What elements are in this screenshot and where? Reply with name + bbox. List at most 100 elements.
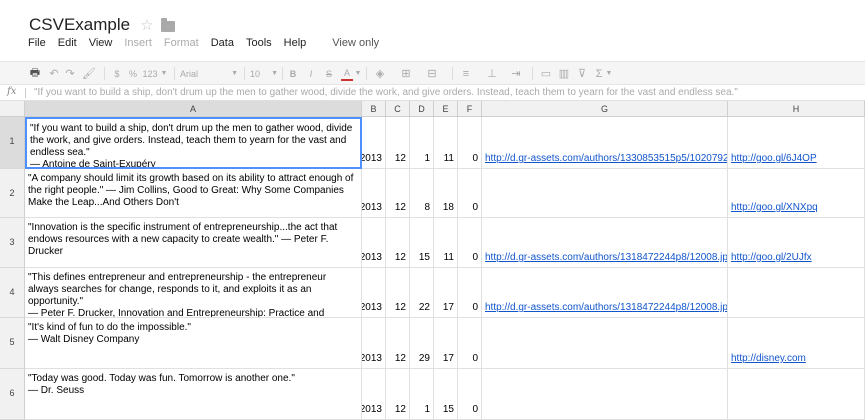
cell-f[interactable]: 0	[458, 218, 482, 268]
row-header[interactable]: 2	[0, 169, 25, 218]
menu-tools[interactable]: Tools	[240, 37, 278, 51]
horizontal-align-icon[interactable]: ≡	[460, 66, 472, 81]
menu-data[interactable]: Data	[205, 37, 240, 51]
cell-a[interactable]: "A company should limit its growth based…	[25, 169, 362, 218]
menu-file[interactable]: File	[22, 37, 52, 51]
cell-g[interactable]: http://d.gr-assets.com/authors/131847224…	[482, 218, 728, 268]
cell-a[interactable]: "It's kind of fun to do the impossible."…	[25, 318, 362, 369]
cell-b[interactable]: 2013	[362, 318, 386, 369]
cell-e[interactable]: 17	[434, 268, 458, 318]
column-header-a[interactable]: A	[25, 101, 362, 117]
cell-c[interactable]: 12	[386, 369, 410, 420]
cell-g[interactable]	[482, 369, 728, 420]
cell-link[interactable]: http://disney.com	[731, 353, 806, 365]
active-cell[interactable]: "If you want to build a ship, don't drum…	[25, 117, 362, 169]
cell-c[interactable]: 12	[386, 169, 410, 218]
cell-d[interactable]: 15	[410, 218, 434, 268]
column-header-b[interactable]: B	[362, 101, 386, 117]
fill-color-icon[interactable]: ◈	[374, 66, 386, 81]
cell-c[interactable]: 12	[386, 218, 410, 268]
column-header-h[interactable]: H	[728, 101, 865, 117]
row-header[interactable]: 5	[0, 318, 25, 369]
cell-b[interactable]: 2013	[362, 169, 386, 218]
cell-h[interactable]: http://goo.gl/XNXpq	[728, 169, 865, 218]
cell-link[interactable]: http://d.gr-assets.com/authors/133085351…	[485, 153, 727, 165]
formula-input[interactable]: "If you want to build a ship, don't drum…	[34, 87, 738, 98]
column-header-e[interactable]: E	[434, 101, 458, 117]
column-header-f[interactable]: F	[458, 101, 482, 117]
redo-icon[interactable]: ↷	[64, 66, 76, 81]
cell-g[interactable]	[482, 169, 728, 218]
column-header-c[interactable]: C	[386, 101, 410, 117]
menu-view[interactable]: View	[83, 37, 119, 51]
folder-icon[interactable]	[160, 17, 175, 32]
row-header[interactable]: 1	[0, 117, 25, 169]
cell-a[interactable]: "Innovation is the specific instrument o…	[25, 218, 362, 268]
bold-button[interactable]: B	[288, 66, 298, 81]
cell-d[interactable]: 1	[410, 117, 434, 169]
paint-format-icon[interactable]: 🖌	[82, 66, 96, 81]
column-header-d[interactable]: D	[410, 101, 434, 117]
cell-b[interactable]: 2013	[362, 117, 386, 169]
font-size-select[interactable]: 10 ▼	[250, 66, 278, 81]
cell-a[interactable]: "This defines entrepreneur and entrepren…	[25, 268, 362, 318]
chevron-down-icon[interactable]: ▼	[355, 66, 362, 81]
select-all-corner[interactable]	[0, 101, 25, 117]
cell-h[interactable]: http://goo.gl/6J4OP	[728, 117, 865, 169]
cell-e[interactable]: 11	[434, 117, 458, 169]
font-family-select[interactable]: Arial ▼	[180, 66, 238, 81]
wrap-text-icon[interactable]: ⇥	[510, 66, 522, 81]
cell-h[interactable]	[728, 268, 865, 318]
currency-format-button[interactable]: $	[112, 66, 122, 81]
cell-link[interactable]: http://d.gr-assets.com/authors/131847224…	[485, 252, 727, 264]
cell-link[interactable]: http://goo.gl/2UJfx	[731, 252, 812, 264]
column-header-g[interactable]: G	[482, 101, 728, 117]
cell-f[interactable]: 0	[458, 117, 482, 169]
cell-f[interactable]: 0	[458, 318, 482, 369]
menu-edit[interactable]: Edit	[52, 37, 83, 51]
cell-e[interactable]: 11	[434, 218, 458, 268]
document-title[interactable]: CSVExample	[29, 15, 130, 35]
vertical-align-icon[interactable]: ⊥	[486, 66, 498, 81]
cell-f[interactable]: 0	[458, 268, 482, 318]
cell-d[interactable]: 1	[410, 369, 434, 420]
cell-h[interactable]	[728, 369, 865, 420]
cell-c[interactable]: 12	[386, 318, 410, 369]
text-color-button[interactable]: A	[341, 66, 353, 81]
cell-d[interactable]: 22	[410, 268, 434, 318]
cell-link[interactable]: http://d.gr-assets.com/authors/131847224…	[485, 302, 727, 314]
cell-c[interactable]: 12	[386, 117, 410, 169]
filter-icon[interactable]: ⊽	[576, 66, 588, 81]
print-icon[interactable]: 🖶	[28, 66, 42, 81]
cell-f[interactable]: 0	[458, 369, 482, 420]
cell-c[interactable]: 12	[386, 268, 410, 318]
cell-b[interactable]: 2013	[362, 369, 386, 420]
row-header[interactable]: 3	[0, 218, 25, 268]
star-icon[interactable]: ☆	[140, 16, 153, 34]
cell-b[interactable]: 2013	[362, 218, 386, 268]
functions-button[interactable]: Σ ▼	[594, 66, 614, 81]
cell-link[interactable]: http://goo.gl/XNXpq	[731, 202, 818, 214]
cell-g[interactable]: http://d.gr-assets.com/authors/133085351…	[482, 117, 728, 169]
row-header[interactable]: 6	[0, 369, 25, 420]
cell-e[interactable]: 18	[434, 169, 458, 218]
row-header[interactable]: 4	[0, 268, 25, 318]
strikethrough-button[interactable]: S	[324, 66, 334, 81]
number-format-button[interactable]: 123 ▼	[143, 66, 168, 81]
cell-f[interactable]: 0	[458, 169, 482, 218]
cell-b[interactable]: 2013	[362, 268, 386, 318]
comment-icon[interactable]: ▭	[540, 66, 552, 81]
cell-h[interactable]: http://disney.com	[728, 318, 865, 369]
cell-h[interactable]: http://goo.gl/2UJfx	[728, 218, 865, 268]
cell-d[interactable]: 8	[410, 169, 434, 218]
undo-icon[interactable]: ↶	[48, 66, 60, 81]
cell-g[interactable]	[482, 318, 728, 369]
cell-e[interactable]: 17	[434, 318, 458, 369]
cell-g[interactable]: http://d.gr-assets.com/authors/131847224…	[482, 268, 728, 318]
cell-a[interactable]: "Today was good. Today was fun. Tomorrow…	[25, 369, 362, 420]
borders-icon[interactable]: ⊞	[400, 66, 412, 81]
percent-format-button[interactable]: %	[128, 66, 138, 81]
italic-button[interactable]: I	[306, 66, 316, 81]
merge-cells-icon[interactable]: ⊟	[426, 66, 438, 81]
chart-icon[interactable]: ▥	[558, 66, 570, 81]
